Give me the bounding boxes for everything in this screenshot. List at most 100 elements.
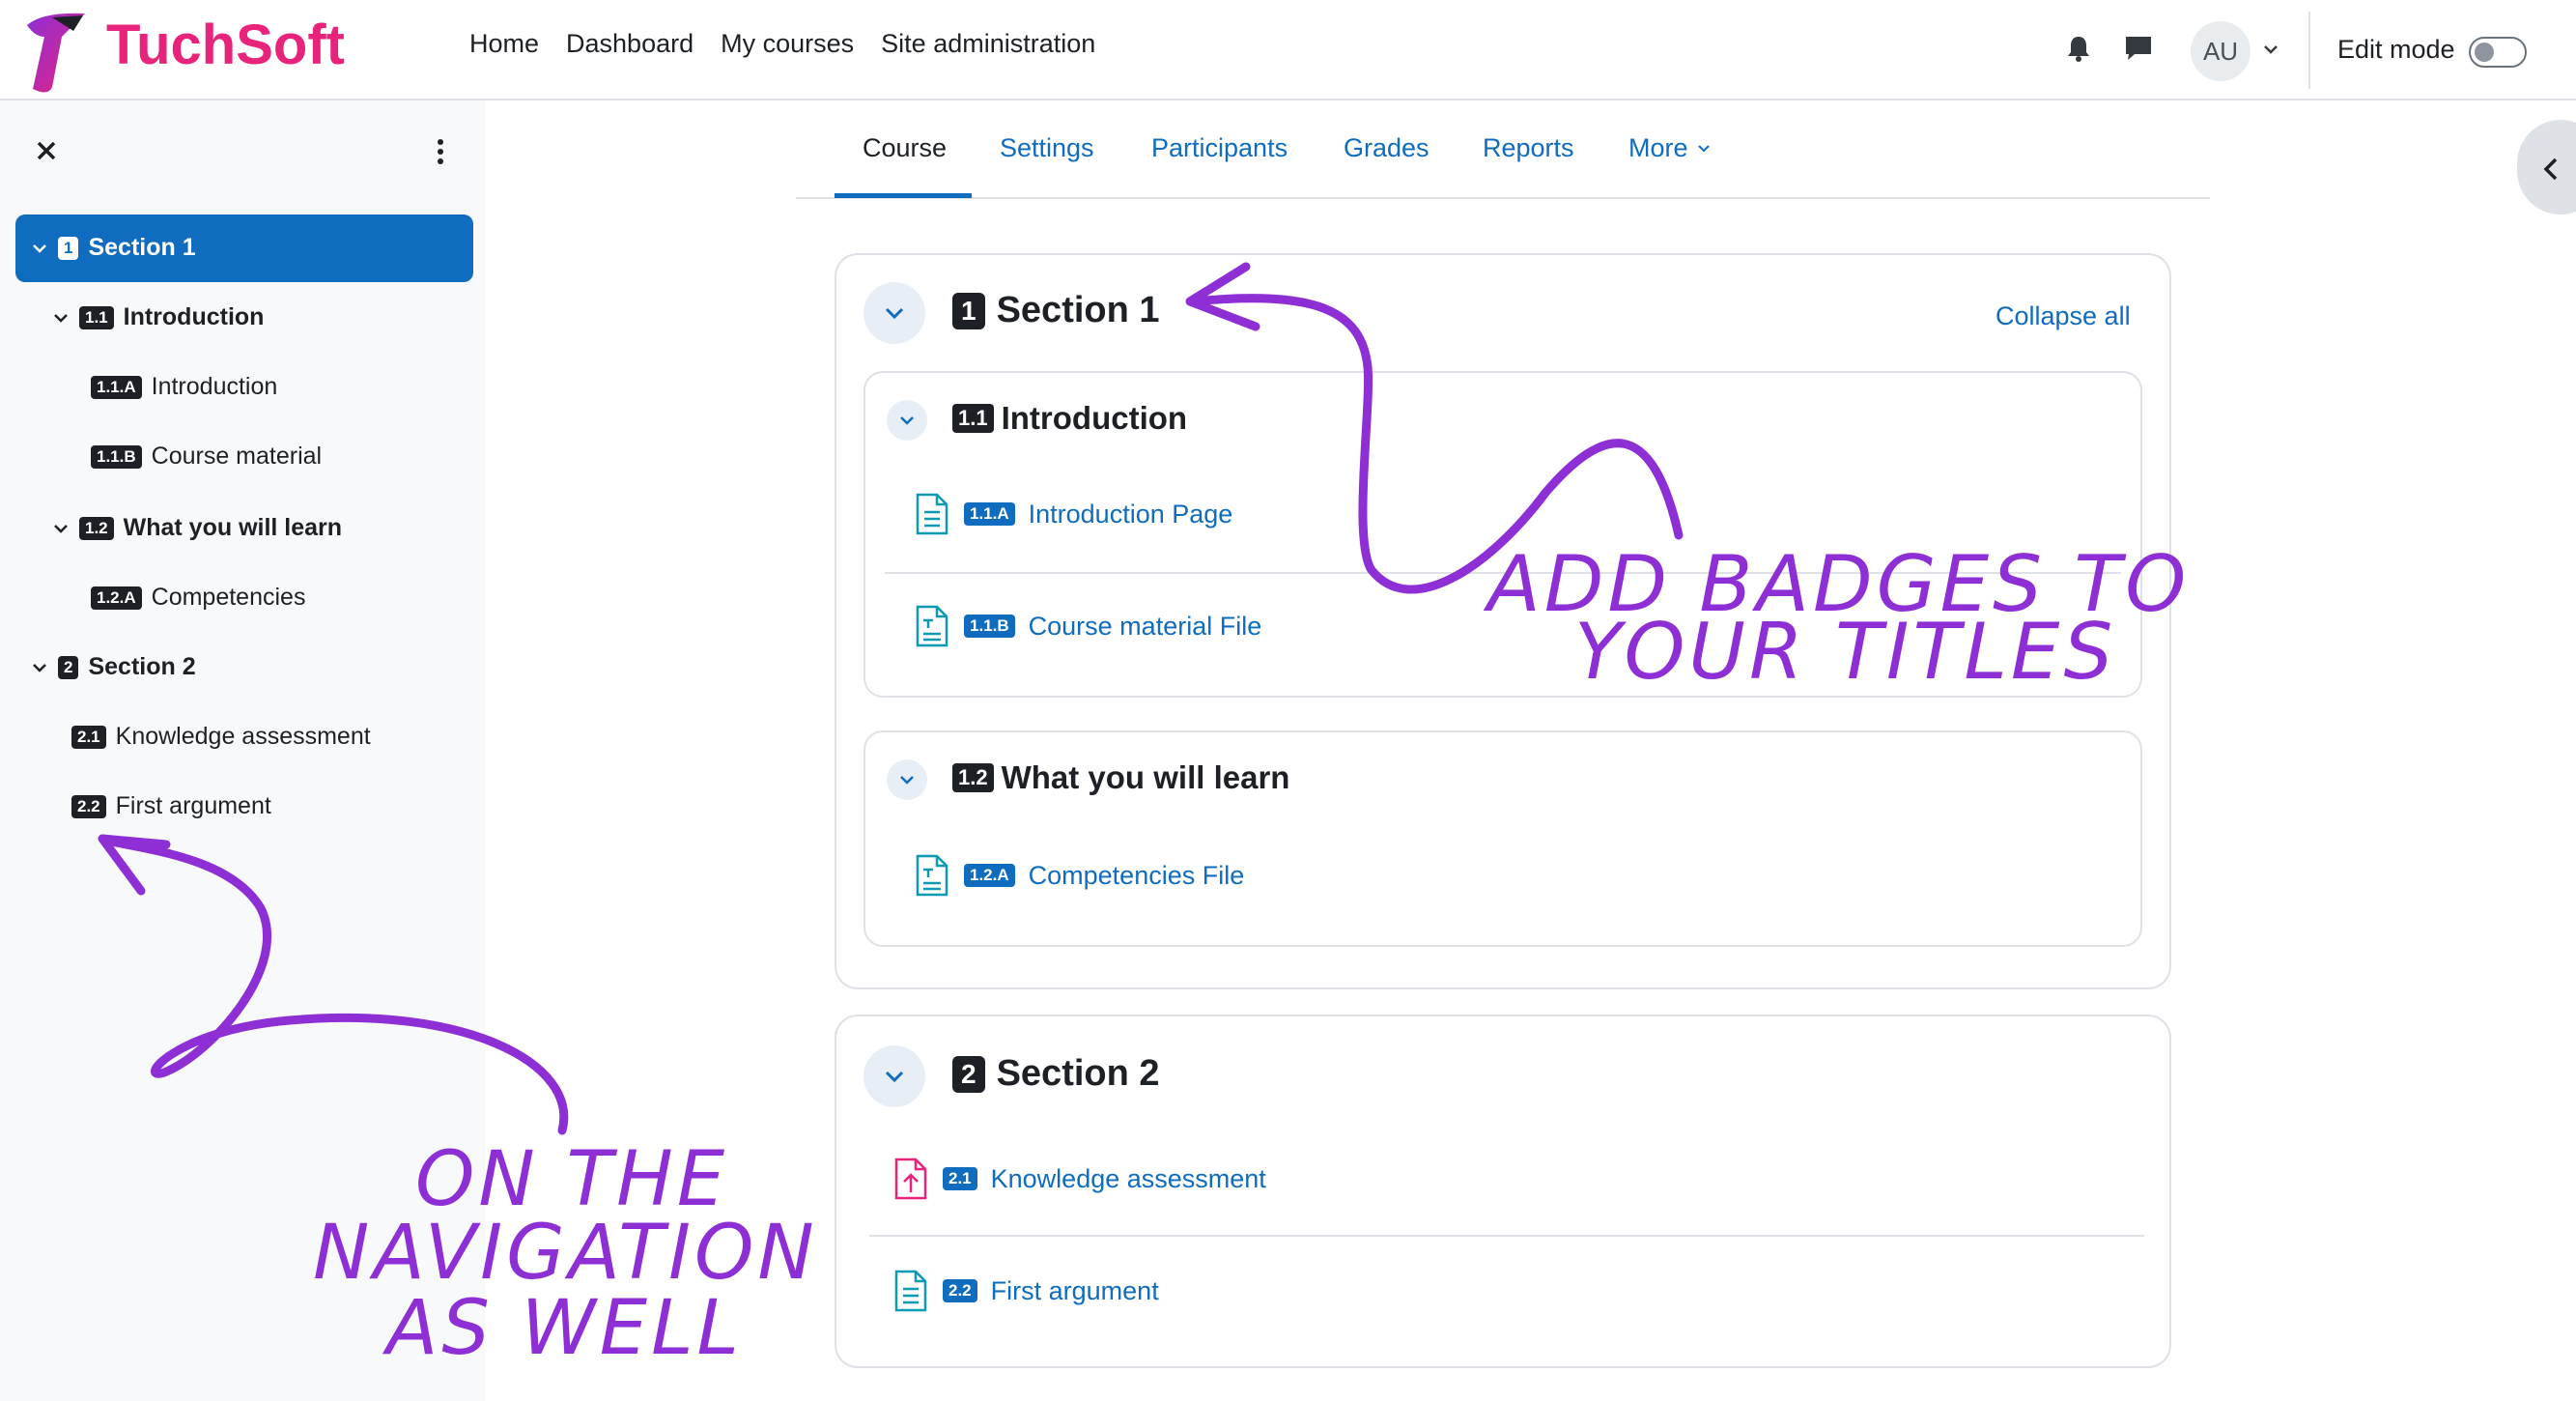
activity-badge: 2.2	[71, 794, 106, 818]
course-index-label: Introduction	[151, 373, 278, 400]
close-icon[interactable]	[35, 139, 58, 162]
active-tab-indicator	[835, 193, 972, 198]
course-index-label: Knowledge assessment	[115, 723, 371, 750]
activity-badge: 2.1	[71, 725, 106, 749]
course-index-activity-1-2-a[interactable]: 1.2.A Competencies	[91, 584, 305, 612]
brand-name: TuchSoft	[106, 14, 345, 76]
subsection-1-1-collapse-button[interactable]	[887, 400, 927, 441]
chevron-down-icon[interactable]	[31, 240, 48, 257]
activity-badge: 2.2	[943, 1279, 977, 1302]
tab-more-label: More	[1628, 133, 1688, 162]
tab-participants[interactable]: Participants	[1151, 133, 1288, 163]
file-icon	[916, 854, 948, 897]
activity-link[interactable]: Course material File	[1029, 612, 1262, 642]
activity-first-argument[interactable]: 2.2 First argument	[892, 1270, 1159, 1312]
course-index-label: Course material	[151, 443, 323, 470]
course-index-activity-1-1-b[interactable]: 1.1.B Course material	[91, 443, 322, 471]
chevron-left-icon	[2543, 157, 2558, 181]
subsection-title-text: Introduction	[1001, 400, 1188, 436]
tab-more[interactable]: More	[1628, 133, 1712, 163]
course-index-activity-1-1-a[interactable]: 1.1.A Introduction	[91, 373, 277, 401]
subsection-title-text: What you will learn	[1001, 759, 1290, 795]
section-badge: 1	[952, 292, 985, 329]
course-index-label: Introduction	[123, 303, 265, 330]
activity-knowledge-assessment[interactable]: 2.1 Knowledge assessment	[892, 1158, 1266, 1200]
tab-settings[interactable]: Settings	[1000, 133, 1094, 163]
course-index-subsection-1-2[interactable]: 1.2 What you will learn	[52, 514, 342, 542]
activity-link[interactable]: Knowledge assessment	[991, 1164, 1266, 1194]
activity-badge: 1.1.B	[964, 615, 1015, 638]
section-1-title[interactable]: 1 Section 1	[952, 290, 1160, 331]
assignment-icon	[894, 1158, 927, 1200]
user-avatar[interactable]: AU	[2191, 21, 2250, 81]
activity-competencies-file[interactable]: 1.2.A Competencies File	[914, 854, 1244, 897]
activity-badge: 1.2.A	[964, 864, 1015, 887]
course-index-section-2[interactable]: 2 Section 2	[31, 653, 196, 681]
course-secondary-navigation: Course Settings Participants Grades Repo…	[796, 100, 2210, 199]
edit-mode-label: Edit mode	[2337, 35, 2455, 64]
edit-mode-toggle[interactable]	[2469, 37, 2527, 68]
nav-dashboard[interactable]: Dashboard	[566, 29, 694, 59]
toggle-knob	[2475, 43, 2494, 62]
chevron-down-icon[interactable]	[31, 659, 48, 676]
chat-icon[interactable]	[2123, 33, 2154, 64]
section-title-text: Section 1	[996, 290, 1160, 330]
course-index-label: Competencies	[151, 584, 306, 611]
chevron-down-icon	[885, 1071, 904, 1083]
course-index-section-1[interactable]: 1 Section 1	[31, 234, 196, 262]
course-index-label: First argument	[115, 792, 271, 819]
section-badge: 2	[58, 655, 79, 679]
course-index-label: What you will learn	[123, 514, 343, 541]
nav-home[interactable]: Home	[469, 29, 539, 59]
chevron-down-icon	[900, 416, 914, 425]
brand-logo[interactable]: TuchSoft	[23, 8, 410, 95]
annotation-add-badges-line2: YOUR TITLES	[1574, 607, 2117, 697]
course-index-activity-2-1[interactable]: 2.1 Knowledge assessment	[71, 723, 371, 751]
course-index-label: Section 1	[88, 234, 196, 261]
section-1-collapse-button[interactable]	[863, 282, 925, 344]
collapse-all-link[interactable]: Collapse all	[1996, 301, 2131, 331]
activity-link[interactable]: First argument	[991, 1276, 1159, 1306]
chevron-down-icon	[1697, 144, 1710, 152]
course-index-drawer: 1 Section 1 1.1 Introduction 1.1.A Intro…	[0, 100, 485, 1401]
tab-reports[interactable]: Reports	[1483, 133, 1574, 163]
top-navbar: TuchSoft Home Dashboard My courses Site …	[0, 0, 2576, 100]
activity-introduction-page[interactable]: 1.1.A Introduction Page	[914, 493, 1232, 535]
activity-badge: 1.2.A	[91, 586, 142, 610]
chevron-down-icon	[900, 776, 914, 785]
activity-divider	[869, 1235, 2144, 1237]
more-options-icon[interactable]	[433, 137, 448, 166]
tab-grades[interactable]: Grades	[1344, 133, 1430, 163]
activity-badge: 1.1.B	[91, 444, 142, 469]
chevron-down-icon[interactable]	[52, 309, 70, 327]
section-2-title[interactable]: 2 Section 2	[952, 1053, 1160, 1095]
nav-site-administration[interactable]: Site administration	[881, 29, 1095, 59]
activity-link[interactable]: Introduction Page	[1029, 500, 1233, 529]
course-index-label: Section 2	[88, 653, 196, 680]
nav-my-courses[interactable]: My courses	[721, 29, 854, 59]
section-title-text: Section 2	[996, 1053, 1160, 1094]
bell-icon[interactable]	[2063, 33, 2094, 64]
page-icon	[894, 1270, 927, 1312]
chevron-down-icon[interactable]	[52, 520, 70, 537]
subsection-badge: 1.1	[79, 305, 114, 329]
activity-course-material-file[interactable]: 1.1.B Course material File	[914, 605, 1261, 647]
section-2-collapse-button[interactable]	[863, 1045, 925, 1107]
subsection-1-1-title[interactable]: 1.1 Introduction	[952, 400, 1187, 437]
subsection-1-2-collapse-button[interactable]	[887, 759, 927, 800]
subsection-1-2-title[interactable]: 1.2 What you will learn	[952, 759, 1289, 796]
course-index-activity-2-2[interactable]: 2.2 First argument	[71, 792, 271, 820]
chevron-down-icon[interactable]	[2262, 41, 2279, 58]
file-icon	[916, 605, 948, 647]
open-block-drawer-button[interactable]	[2517, 120, 2576, 214]
annotation-navigation-line2: NAVIGATION	[313, 1210, 818, 1297]
tab-course[interactable]: Course	[863, 133, 947, 163]
activity-badge: 1.1.A	[964, 502, 1015, 526]
brand-logo-graphic: TuchSoft	[27, 13, 345, 93]
primary-navigation: Home Dashboard My courses Site administr…	[469, 29, 1095, 59]
course-index-subsection-1-1[interactable]: 1.1 Introduction	[52, 303, 264, 331]
section-badge: 2	[952, 1055, 985, 1093]
activity-badge: 1.1.A	[91, 375, 142, 399]
activity-link[interactable]: Competencies File	[1029, 861, 1245, 891]
subsection-badge: 1.2	[79, 516, 114, 540]
